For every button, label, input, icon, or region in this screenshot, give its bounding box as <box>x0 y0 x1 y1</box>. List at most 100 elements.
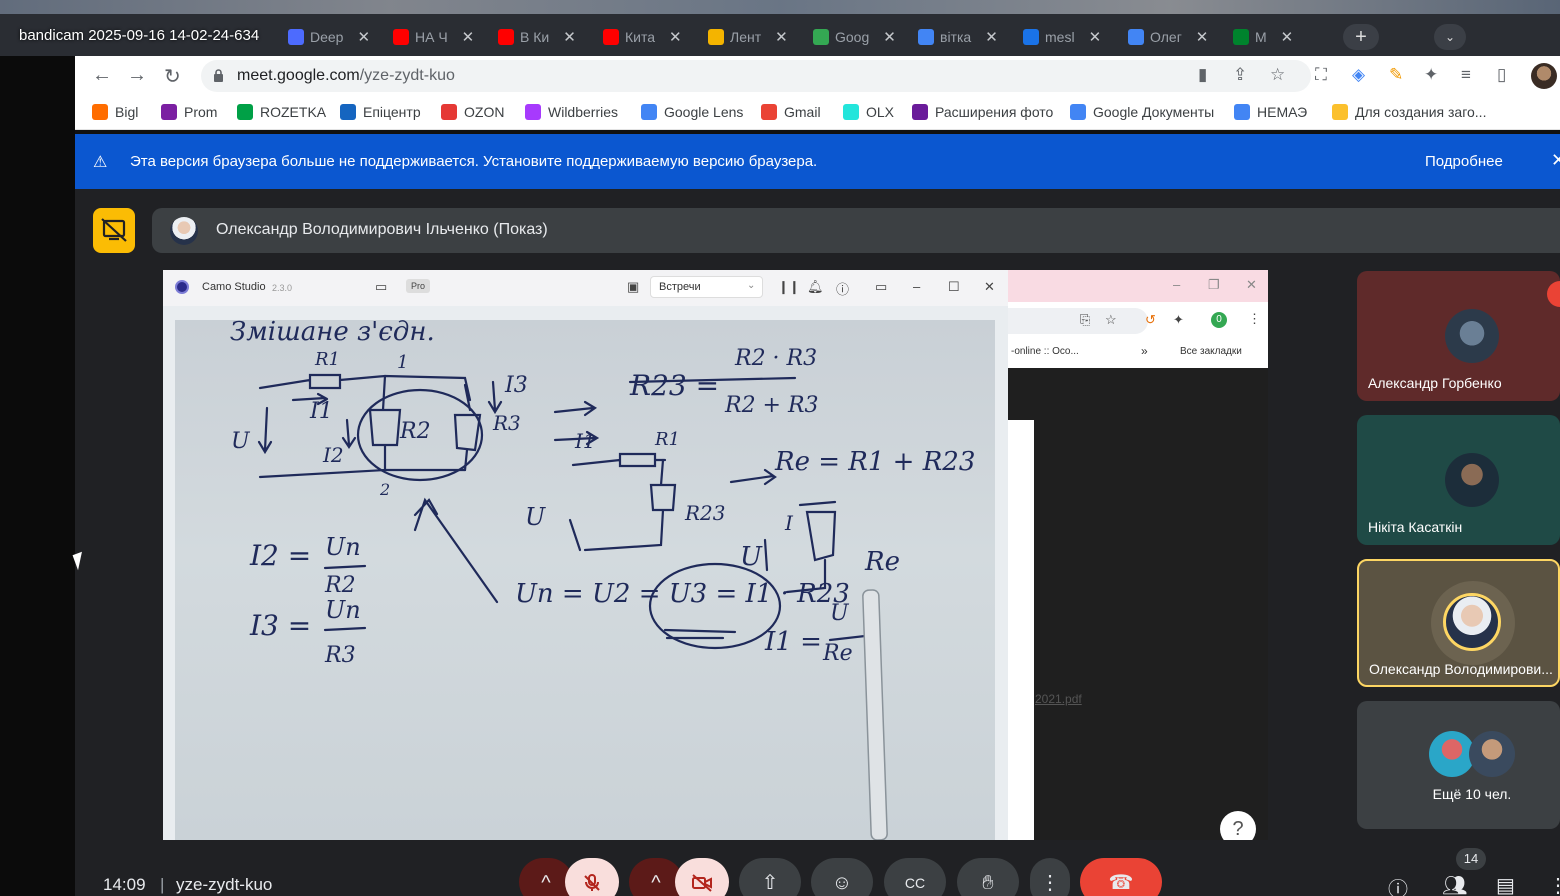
browser-tab[interactable]: Deep ✕ <box>288 22 370 52</box>
media-controls-icon[interactable]: ≡ <box>1461 65 1471 85</box>
captions-icon[interactable]: CC <box>884 858 946 896</box>
svg-text:R2: R2 <box>399 419 431 444</box>
mic-off-icon[interactable] <box>565 858 619 896</box>
chat-icon[interactable]: ▤ <box>1496 873 1515 896</box>
address-bar[interactable]: meet.google.com/yze-zydt-kuo <box>201 60 1311 92</box>
avatar <box>1443 593 1501 651</box>
more-participants-label: Ещё 10 чел. <box>1432 786 1512 802</box>
present-icon[interactable]: ⇧ <box>739 858 801 896</box>
bookmark-favicon-icon <box>340 104 356 120</box>
tab-close-icon[interactable]: ✕ <box>357 28 370 46</box>
tab-close-icon[interactable]: ✕ <box>775 28 788 46</box>
shared-chrome-titlebar: – ❐ ✕ <box>1008 270 1268 302</box>
camo-bell-icon: 🔔︎ <box>807 279 824 294</box>
new-tab-button[interactable]: + <box>1343 24 1379 50</box>
bookmark-item[interactable]: Расширения фото <box>912 104 1053 120</box>
forward-icon[interactable]: → <box>127 64 147 87</box>
side-panel-icon[interactable]: ▯ <box>1497 65 1506 85</box>
extensions-puzzle-icon[interactable]: ✦ <box>1424 65 1438 85</box>
tab-search-button[interactable]: ⌄ <box>1434 24 1466 50</box>
bookmark-favicon-icon <box>525 104 541 120</box>
tab-label: В Ки <box>520 29 550 45</box>
browser-tab[interactable]: M ✕ <box>1233 22 1293 52</box>
participant-tile[interactable]: Нікіта Касаткін <box>1357 415 1560 545</box>
shared-install-icon: ⎘ <box>1080 312 1091 327</box>
site-info-icon[interactable] <box>213 69 224 82</box>
bookmarks-bar: Bigl Prom ROZETKA Епіцентр OZON Wildberries Go… <box>75 96 1560 130</box>
profile-avatar[interactable] <box>1531 63 1557 89</box>
presenter-name: Олександр Володимирович Ільченко (Показ) <box>216 221 548 238</box>
bookmark-item[interactable]: OZON <box>441 104 504 120</box>
unsupported-browser-infobar: ⚠ Эта версия браузера больше не поддержи… <box>75 134 1560 189</box>
svg-text:I1: I1 <box>574 429 596 453</box>
browser-tab[interactable]: НА Ч ✕ <box>393 22 474 52</box>
tab-close-icon[interactable]: ✕ <box>1089 28 1102 46</box>
share-icon[interactable]: ⇪ <box>1233 65 1247 85</box>
raise-hand-icon[interactable]: ✋︎ <box>957 858 1019 896</box>
tab-label: Олег <box>1150 29 1182 45</box>
bookmark-star-icon[interactable]: ☆ <box>1270 65 1285 85</box>
bookmark-item[interactable]: Gmail <box>761 104 821 120</box>
shared-menu-icon: ⋮ <box>1248 311 1261 326</box>
bookmark-item[interactable]: Wildberries <box>525 104 618 120</box>
activities-icon[interactable]: ⋮ <box>1548 873 1560 896</box>
infobar-message: Эта версия браузера больше не поддержива… <box>130 153 818 170</box>
svg-text:R1: R1 <box>314 349 340 370</box>
browser-tab[interactable]: В Ки ✕ <box>498 22 576 52</box>
svg-text:Re = R1 + R23: Re = R1 + R23 <box>774 447 975 477</box>
tab-close-icon[interactable]: ✕ <box>985 28 998 46</box>
browser-tab[interactable]: Лент ✕ <box>708 22 788 52</box>
extension-icon[interactable]: ✎ <box>1389 65 1403 85</box>
browser-tab[interactable]: mesl ✕ <box>1023 22 1101 52</box>
browser-tab[interactable]: вітка ✕ <box>918 22 998 52</box>
svg-text:U: U <box>740 542 763 572</box>
translate-extension-icon[interactable]: ◈ <box>1352 65 1365 85</box>
more-participants-tile[interactable]: Ещё 10 чел. <box>1357 701 1560 829</box>
camo-pro-badge: Pro <box>406 279 431 293</box>
tab-close-icon[interactable]: ✕ <box>1281 28 1294 46</box>
bookmark-favicon-icon <box>1332 104 1348 120</box>
avatar <box>1469 731 1515 777</box>
bookmark-item[interactable]: Епіцентр <box>340 104 421 120</box>
bookmark-item[interactable]: Google Lens <box>641 104 743 120</box>
participant-name: Нікіта Касаткін <box>1368 519 1463 535</box>
tab-close-icon[interactable]: ✕ <box>563 28 576 46</box>
participant-tile[interactable]: Александр Горбенко <box>1357 271 1560 401</box>
bookmark-favicon-icon <box>1234 104 1250 120</box>
bookmark-item[interactable]: Google Документы <box>1070 104 1214 120</box>
tab-favicon-icon <box>1023 29 1039 45</box>
meeting-info-icon[interactable]: ⓘ <box>1388 873 1408 896</box>
browser-tab[interactable]: Олег ✕ <box>1128 22 1208 52</box>
tab-close-icon[interactable]: ✕ <box>669 28 682 46</box>
tab-close-icon[interactable]: ✕ <box>462 28 475 46</box>
svg-text:R1: R1 <box>654 429 680 450</box>
reload-icon[interactable]: ↻ <box>164 64 181 89</box>
meeting-clock: 14:09 <box>103 875 146 894</box>
camo-source-select: Встречи ⌄ <box>650 276 763 298</box>
tab-close-icon[interactable]: ✕ <box>1196 28 1209 46</box>
bookmark-item[interactable]: ROZETKA <box>237 104 326 120</box>
svg-text:R2: R2 <box>324 573 356 598</box>
stop-presenting-button[interactable] <box>93 208 135 253</box>
camera-indicator-icon[interactable]: ▮ <box>1198 65 1207 85</box>
more-vert-icon[interactable]: ⋮ <box>1030 858 1070 896</box>
emoji-icon[interactable]: ☺ <box>811 858 873 896</box>
hangup-icon[interactable]: ☎ <box>1080 858 1162 896</box>
back-icon[interactable]: ← <box>92 64 112 87</box>
bookmark-item[interactable]: Bigl <box>92 104 138 120</box>
bookmark-item[interactable]: НЕМАЭ <box>1234 104 1307 120</box>
close-icon[interactable]: ✕ <box>1551 150 1560 171</box>
bookmark-item[interactable]: Prom <box>161 104 217 120</box>
bookmark-item[interactable]: Для создания заго... <box>1332 104 1486 120</box>
tab-close-icon[interactable]: ✕ <box>883 28 896 46</box>
browser-tab[interactable]: Goog ✕ <box>813 22 896 52</box>
camera-off-icon[interactable] <box>675 858 729 896</box>
bookmark-label: Для создания заго... <box>1355 104 1487 120</box>
people-icon[interactable]: 👥︎ <box>1442 873 1467 896</box>
bookmark-favicon-icon <box>92 104 108 120</box>
browser-tab[interactable]: Кита ✕ <box>603 22 682 52</box>
infobar-learn-more-link[interactable]: Подробнее <box>1425 153 1503 170</box>
participant-tile-active-speaker[interactable]: Олександр Володимирови... <box>1357 559 1560 687</box>
screenshot-extension-icon[interactable]: ⛶ <box>1315 65 1327 85</box>
bookmark-item[interactable]: OLX <box>843 104 894 120</box>
